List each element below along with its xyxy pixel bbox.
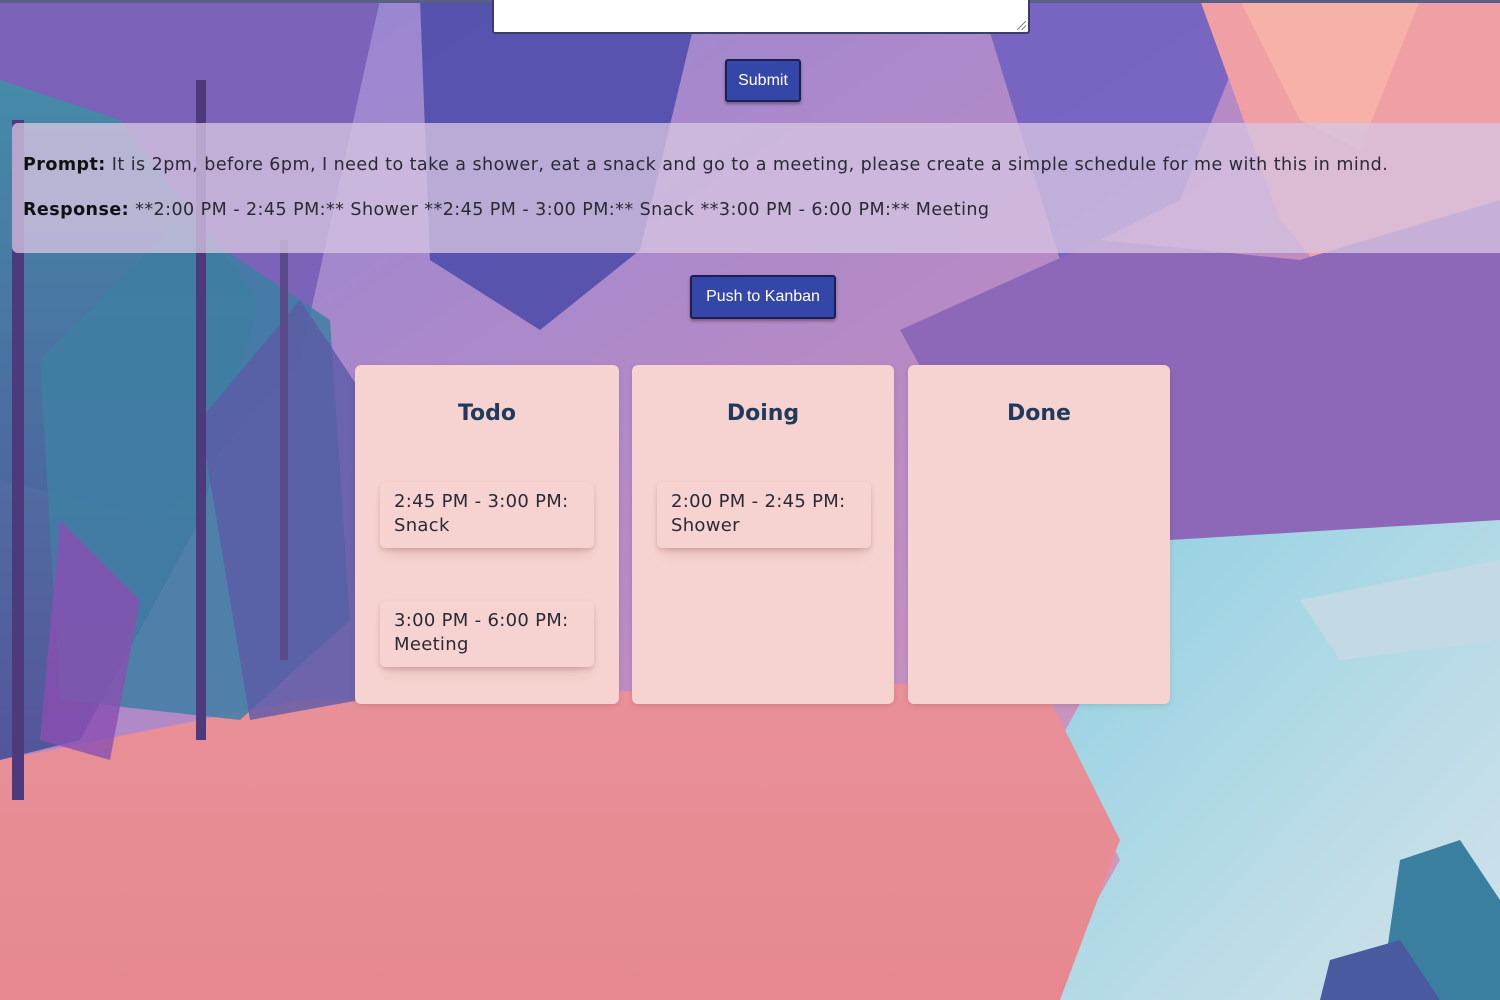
prompt-textarea[interactable] (492, 0, 1030, 34)
column-title: Doing (726, 401, 800, 426)
kanban-card[interactable]: 2:00 PM - 2:45 PM: Shower (657, 482, 871, 548)
kanban-column-todo[interactable]: Todo 2:45 PM - 3:00 PM: Snack 3:00 PM - … (355, 365, 619, 704)
kanban-column-done[interactable]: Done (908, 365, 1170, 704)
response-text: **2:00 PM - 2:45 PM:** Shower **2:45 PM … (129, 200, 990, 220)
prompt-line: Prompt: It is 2pm, before 6pm, I need to… (23, 155, 1388, 175)
response-label: Response: (23, 200, 130, 220)
submit-button[interactable]: Submit (725, 59, 801, 102)
prompt-text: It is 2pm, before 6pm, I need to take a … (105, 155, 1389, 175)
push-to-kanban-button[interactable]: Push to Kanban (690, 275, 836, 319)
column-title: Todo (457, 401, 517, 426)
kanban-card[interactable]: 2:45 PM - 3:00 PM: Snack (380, 482, 594, 548)
response-panel: Prompt: It is 2pm, before 6pm, I need to… (12, 123, 1500, 253)
kanban-card[interactable]: 3:00 PM - 6:00 PM: Meeting (380, 601, 594, 667)
response-line: Response: **2:00 PM - 2:45 PM:** Shower … (23, 200, 990, 220)
kanban-column-doing[interactable]: Doing 2:00 PM - 2:45 PM: Shower (632, 365, 894, 704)
column-title: Done (1007, 401, 1071, 426)
prompt-label: Prompt: (23, 155, 106, 175)
resize-handle-icon[interactable] (1017, 21, 1026, 30)
